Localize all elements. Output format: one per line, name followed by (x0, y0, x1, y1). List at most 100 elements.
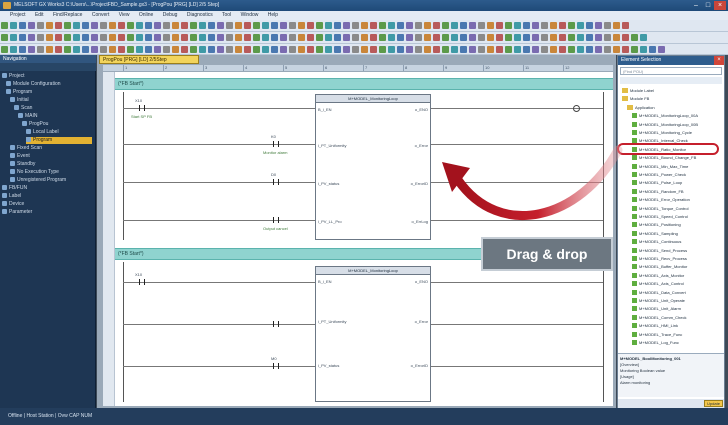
toolbar-button[interactable] (343, 46, 350, 53)
toolbar-button[interactable] (172, 46, 179, 53)
toolbar-button[interactable] (208, 34, 215, 41)
toolbar-button[interactable] (217, 46, 224, 53)
toolbar-button[interactable] (244, 22, 251, 29)
toolbar-button[interactable] (559, 34, 566, 41)
toolbar-button[interactable] (550, 34, 557, 41)
toolbar-button[interactable] (163, 22, 170, 29)
element-list-item[interactable]: M+MODEL_Unit_Operate (632, 297, 685, 304)
toolbar-button[interactable] (298, 22, 305, 29)
toolbar-button[interactable] (424, 46, 431, 53)
toolbar-button[interactable] (55, 46, 62, 53)
toolbar-button[interactable] (316, 22, 323, 29)
element-search-input[interactable]: (Find POU) (620, 67, 722, 75)
toolbar-button[interactable] (298, 46, 305, 53)
toolbar-button[interactable] (46, 34, 53, 41)
toolbar-button[interactable] (154, 22, 161, 29)
toolbar-button[interactable] (415, 22, 422, 29)
toolbar-button[interactable] (613, 46, 620, 53)
toolbar-button[interactable] (577, 22, 584, 29)
toolbar-button[interactable] (307, 34, 314, 41)
toolbar-button[interactable] (64, 46, 71, 53)
toolbar-button[interactable] (379, 34, 386, 41)
toolbar-button[interactable] (226, 46, 233, 53)
toolbar-button[interactable] (10, 22, 17, 29)
toolbar-button[interactable] (226, 22, 233, 29)
toolbar-button[interactable] (568, 34, 575, 41)
toolbar-button[interactable] (469, 34, 476, 41)
toolbar-button[interactable] (514, 22, 521, 29)
toolbar-button[interactable] (370, 46, 377, 53)
toolbar-button[interactable] (181, 46, 188, 53)
toolbar-button[interactable] (370, 34, 377, 41)
toolbar-button[interactable] (622, 34, 629, 41)
toolbar-button[interactable] (397, 34, 404, 41)
toolbar-button[interactable] (379, 46, 386, 53)
toolbar-button[interactable] (82, 22, 89, 29)
toolbar-button[interactable] (289, 34, 296, 41)
tree-item[interactable]: Standby (10, 161, 92, 168)
toolbar-button[interactable] (64, 34, 71, 41)
tree-item[interactable]: Module Configuration (6, 81, 92, 88)
toolbar-button[interactable] (469, 46, 476, 53)
toolbar-button[interactable] (406, 34, 413, 41)
element-list-item[interactable]: M+MODEL_Send_Process (632, 247, 687, 254)
toolbar-button[interactable] (397, 46, 404, 53)
maximize-button[interactable]: □ (702, 1, 714, 10)
element-list-item[interactable]: M+MODEL_Pulse_Loop (632, 179, 682, 186)
toolbar-button[interactable] (640, 46, 647, 53)
toolbar-button[interactable] (145, 22, 152, 29)
toolbar-button[interactable] (577, 46, 584, 53)
toolbar-button[interactable] (64, 22, 71, 29)
toolbar-button[interactable] (586, 22, 593, 29)
toolbar-button[interactable] (559, 46, 566, 53)
toolbar-button[interactable] (478, 22, 485, 29)
toolbar-button[interactable] (217, 22, 224, 29)
toolbar-button[interactable] (73, 34, 80, 41)
toolbar-button[interactable] (208, 22, 215, 29)
update-button[interactable]: Update (704, 400, 723, 407)
element-list-item[interactable]: M+MODEL_Min_Max_Time (632, 163, 688, 170)
element-list-item[interactable]: M+MODEL_MonitoringLoop_00A (632, 112, 698, 119)
toolbar-button[interactable] (226, 34, 233, 41)
element-list-item[interactable]: Module Label (622, 87, 654, 94)
toolbar-button[interactable] (289, 22, 296, 29)
toolbar-button[interactable] (487, 46, 494, 53)
toolbar-button[interactable] (460, 34, 467, 41)
tree-item[interactable]: Event (10, 153, 92, 160)
toolbar-button[interactable] (46, 22, 53, 29)
toolbar-button[interactable] (127, 22, 134, 29)
close-button[interactable]: × (714, 1, 726, 10)
toolbar-button[interactable] (118, 46, 125, 53)
toolbar-button[interactable] (568, 46, 575, 53)
tree-item[interactable]: Parameter (2, 209, 92, 216)
tab-progpou[interactable]: ProgPou [PRG] [LD] 2/5Step (99, 55, 199, 64)
toolbar-button[interactable] (595, 46, 602, 53)
toolbar-button[interactable] (370, 22, 377, 29)
toolbar-button[interactable] (262, 22, 269, 29)
toolbar-button[interactable] (496, 46, 503, 53)
element-list-item[interactable]: M+MODEL_Error_Operation (632, 196, 690, 203)
element-list-item[interactable]: M+MODEL_Axis_Control (632, 280, 684, 287)
element-list-item[interactable]: M+MODEL_Trace_Func (632, 331, 682, 338)
element-list-item[interactable]: M+MODEL_Axis_Monitor (632, 272, 684, 279)
toolbar-button[interactable] (541, 46, 548, 53)
toolbar-button[interactable] (91, 22, 98, 29)
toolbar-button[interactable] (613, 22, 620, 29)
toolbar-button[interactable] (172, 22, 179, 29)
toolbar-button[interactable] (127, 46, 134, 53)
element-list-item[interactable]: M+MODEL_Bound_Change_FB (632, 154, 696, 161)
element-list-item[interactable]: M+MODEL_Recv_Process (632, 255, 687, 262)
toolbar-button[interactable] (10, 46, 17, 53)
element-list-item[interactable]: M+MODEL_Unit_Alarm (632, 305, 681, 312)
menu-help[interactable]: Help (268, 12, 278, 18)
toolbar-button[interactable] (307, 46, 314, 53)
toolbar-button[interactable] (532, 22, 539, 29)
toolbar-button[interactable] (55, 22, 62, 29)
toolbar-button[interactable] (316, 46, 323, 53)
menu-find-replace[interactable]: Find/Replace (53, 12, 82, 18)
toolbar-button[interactable] (352, 46, 359, 53)
toolbar-button[interactable] (10, 34, 17, 41)
tree-item[interactable]: Local Label (26, 129, 92, 136)
toolbar-button[interactable] (100, 46, 107, 53)
toolbar-button[interactable] (595, 22, 602, 29)
